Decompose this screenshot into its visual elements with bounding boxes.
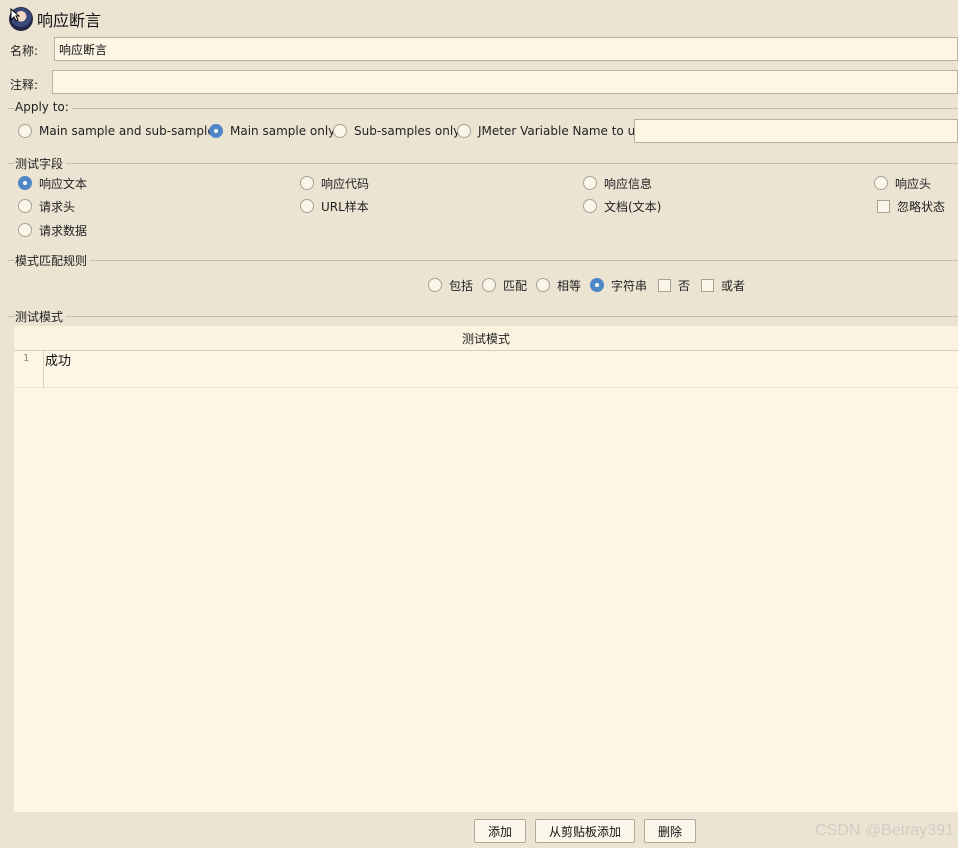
apply-to-title: Apply to: xyxy=(15,100,72,114)
option-label: Main sample and sub-samples xyxy=(39,124,221,138)
field-request-data-radio[interactable]: 请求数据 xyxy=(18,221,87,239)
radio-icon xyxy=(18,124,32,138)
comment-input[interactable] xyxy=(52,70,958,94)
name-input[interactable] xyxy=(54,37,958,61)
field-response-text-radio[interactable]: 响应文本 xyxy=(18,174,87,192)
jmeter-variable-input[interactable] xyxy=(634,119,958,143)
checkbox-icon xyxy=(701,278,714,292)
table-row[interactable]: 成功 xyxy=(45,350,71,369)
line-number: 1 xyxy=(23,353,30,364)
rule-substring-radio[interactable]: 字符串 xyxy=(590,276,647,294)
option-label: 响应信息 xyxy=(604,176,653,191)
apply-to-border xyxy=(8,108,958,109)
option-label: Sub-samples only xyxy=(354,124,461,138)
rule-or-checkbox[interactable]: 或者 xyxy=(701,276,745,294)
checkbox-icon xyxy=(658,278,671,292)
option-label: URL样本 xyxy=(321,199,369,214)
delete-button[interactable]: 删除 xyxy=(644,819,696,843)
option-label: 否 xyxy=(678,278,691,293)
apply-main-and-sub-radio[interactable]: Main sample and sub-samples xyxy=(18,122,221,140)
mouse-cursor-icon xyxy=(10,8,20,22)
option-label: 忽略状态 xyxy=(897,199,946,214)
radio-icon xyxy=(428,278,442,292)
radio-icon xyxy=(18,223,32,237)
radio-icon xyxy=(18,199,32,213)
radio-checked-icon xyxy=(209,124,223,138)
test-field-border xyxy=(8,163,958,164)
option-label: 请求数据 xyxy=(39,223,88,238)
add-from-clipboard-button[interactable]: 从剪贴板添加 xyxy=(535,819,635,843)
watermark: CSDN @Betray391 xyxy=(815,822,954,839)
title-row: 响应断言 xyxy=(6,6,101,32)
option-label: JMeter Variable Name to use xyxy=(478,124,649,138)
radio-icon xyxy=(457,124,471,138)
option-label: 相等 xyxy=(557,278,582,293)
name-label: 名称: xyxy=(10,44,39,58)
option-label: 请求头 xyxy=(39,199,76,214)
rule-contains-radio[interactable]: 包括 xyxy=(428,276,473,294)
radio-icon xyxy=(583,199,597,213)
field-document-text-radio[interactable]: 文档(文本) xyxy=(583,197,661,215)
option-label: 包括 xyxy=(449,278,474,293)
checkbox-icon xyxy=(877,199,890,213)
radio-icon xyxy=(583,176,597,190)
radio-icon xyxy=(333,124,347,138)
radio-icon xyxy=(482,278,496,292)
pattern-table[interactable]: 测试模式 1 成功 xyxy=(14,326,958,812)
field-response-headers-radio[interactable]: 响应头 xyxy=(874,174,931,192)
radio-icon xyxy=(300,176,314,190)
radio-checked-icon xyxy=(18,176,32,190)
test-field-title: 测试字段 xyxy=(15,155,67,172)
test-pattern-title: 测试模式 xyxy=(15,308,67,325)
option-label: 文档(文本) xyxy=(604,199,662,214)
add-button[interactable]: 添加 xyxy=(474,819,526,843)
comment-label: 注释: xyxy=(10,78,39,92)
option-label: 匹配 xyxy=(503,278,528,293)
field-response-message-radio[interactable]: 响应信息 xyxy=(583,174,652,192)
option-label: Main sample only xyxy=(230,124,336,138)
test-pattern-border xyxy=(8,316,958,317)
pattern-rule-border xyxy=(8,260,958,261)
option-label: 响应文本 xyxy=(39,176,88,191)
field-response-code-radio[interactable]: 响应代码 xyxy=(300,174,369,192)
row-divider xyxy=(14,387,958,388)
rule-equals-radio[interactable]: 相等 xyxy=(536,276,581,294)
field-url-sample-radio[interactable]: URL样本 xyxy=(300,197,369,215)
option-label: 响应头 xyxy=(895,176,932,191)
apply-main-only-radio[interactable]: Main sample only xyxy=(209,122,335,140)
radio-icon xyxy=(536,278,550,292)
option-label: 或者 xyxy=(721,278,746,293)
table-column-header[interactable]: 测试模式 xyxy=(14,326,958,351)
pattern-rule-title: 模式匹配规则 xyxy=(15,252,91,269)
radio-checked-icon xyxy=(590,278,604,292)
column-header-label: 测试模式 xyxy=(461,331,510,346)
radio-icon xyxy=(874,176,888,190)
radio-icon xyxy=(300,199,314,213)
rule-not-checkbox[interactable]: 否 xyxy=(658,276,690,294)
option-label: 字符串 xyxy=(611,278,648,293)
field-request-headers-radio[interactable]: 请求头 xyxy=(18,197,75,215)
field-ignore-status-checkbox[interactable]: 忽略状态 xyxy=(877,197,945,215)
page-title: 响应断言 xyxy=(37,11,102,30)
apply-jmeter-variable-radio[interactable]: JMeter Variable Name to use xyxy=(457,122,649,140)
apply-sub-only-radio[interactable]: Sub-samples only xyxy=(333,122,460,140)
option-label: 响应代码 xyxy=(321,176,370,191)
rule-matches-radio[interactable]: 匹配 xyxy=(482,276,527,294)
